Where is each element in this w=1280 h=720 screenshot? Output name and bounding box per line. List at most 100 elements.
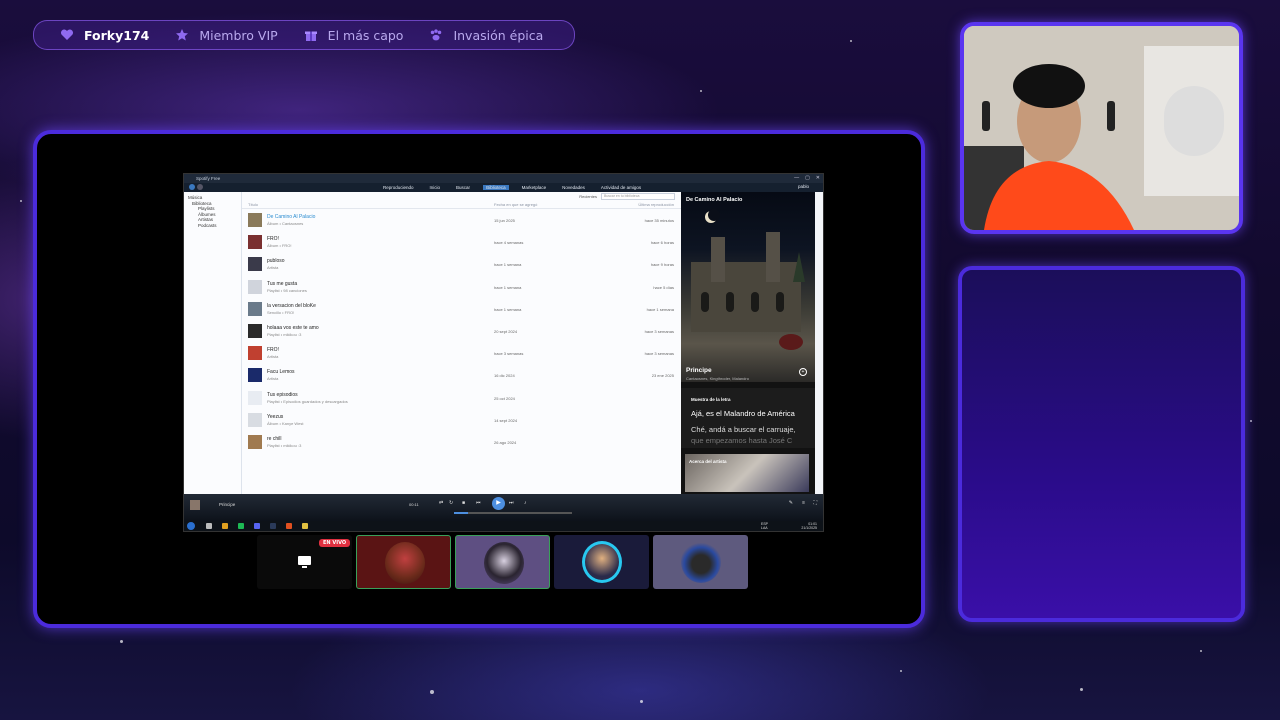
row-title[interactable]: FRO!: [267, 236, 279, 242]
table-row[interactable]: De Camino Al Palacio Álbum • Cantaosnes 15…: [242, 209, 681, 231]
taskbar-clock[interactable]: 01:01 21/1/2025: [801, 522, 817, 530]
table-row[interactable]: Facu Lemos Artista 16 dic 2024 23 ene 2025: [242, 364, 681, 386]
add-to-library-icon[interactable]: +: [799, 368, 807, 376]
table-row[interactable]: FRO! Álbum • FRO! hace 4 semanas hace 6 hor…: [242, 231, 681, 253]
row-title[interactable]: Tus episodios: [267, 392, 298, 398]
row-title[interactable]: la versacion del bloKe: [267, 303, 316, 309]
participant-tile[interactable]: [455, 535, 550, 589]
table-row[interactable]: holaaa vos este te amo Playlist • mikikou…: [242, 320, 681, 342]
queue-icon[interactable]: ≡: [802, 500, 805, 506]
steam-icon[interactable]: [270, 523, 276, 529]
row-thumbnail: [248, 368, 262, 383]
overlay-item-label: Invasión épica: [453, 27, 544, 43]
participant-tile[interactable]: [554, 535, 649, 589]
fullscreen-icon[interactable]: ⛶: [813, 500, 817, 506]
row-last-played: hace 5 días: [653, 284, 674, 290]
row-title[interactable]: re chill: [267, 436, 281, 442]
overlay-item-label: El más capo: [327, 27, 404, 43]
participant-avatar: [484, 542, 524, 584]
previous-icon[interactable]: ⏮: [476, 500, 481, 506]
row-title[interactable]: publoso: [267, 258, 285, 264]
shuffle-icon[interactable]: ⇄: [439, 500, 443, 506]
row-date-added: hace 4 semanas: [494, 240, 524, 246]
volume-icon[interactable]: ♪: [524, 500, 527, 506]
spotify-menubar: Reproduciendo Inicio Buscar Biblioteca M…: [184, 183, 823, 192]
tab-actividad[interactable]: Actividad de amigos: [598, 185, 644, 190]
overlay-item-label: Miembro VIP: [199, 27, 278, 43]
participant-avatar: [582, 541, 622, 583]
lyrics-line: Ajá, es el Malandro de América: [691, 409, 795, 418]
start-button[interactable]: [187, 522, 195, 530]
webcam-person-image: [964, 26, 1239, 230]
language-indicator[interactable]: ESP LAA: [761, 522, 773, 530]
table-row[interactable]: la versacion del bloKe Sencillo • FRO! hac…: [242, 298, 681, 320]
table-row[interactable]: Yeezus Álbum • Kanye West 14 sept 2024: [242, 409, 681, 431]
sort-dropdown[interactable]: Recientes: [579, 194, 597, 199]
table-row[interactable]: Tus me gusta Playlist • 98 canciones hace …: [242, 276, 681, 298]
folder-icon[interactable]: [302, 523, 308, 529]
list-rows: De Camino Al Palacio Álbum • Cantaosnes 15…: [242, 209, 681, 453]
tab-inicio[interactable]: Inicio: [427, 185, 444, 190]
row-title[interactable]: holaaa vos este te amo: [267, 325, 319, 331]
table-row[interactable]: FRO! Artista hace 3 semanas hace 3 semanas: [242, 342, 681, 364]
stop-icon[interactable]: ■: [462, 500, 465, 506]
panel-artists[interactable]: Cantaosnes, Kingthroder, Malandro: [686, 376, 749, 381]
now-playing-thumbnail[interactable]: [190, 500, 200, 510]
row-date-added: hace 1 semana: [494, 306, 522, 312]
library-list: Recientes Buscar en tu biblioteca Título…: [242, 192, 681, 494]
tab-marketplace[interactable]: Marketplace: [519, 185, 550, 190]
tab-biblioteca[interactable]: Biblioteca: [483, 185, 509, 190]
row-title[interactable]: Yeezus: [267, 414, 283, 420]
progress-fill: [454, 512, 469, 514]
back-button[interactable]: [189, 184, 195, 190]
os-taskbar: 01:01 21/1/2025 ESP LAA: [184, 521, 823, 531]
column-last-played[interactable]: Última reproducción: [638, 202, 674, 207]
library-search-input[interactable]: Buscar en tu biblioteca: [601, 192, 675, 200]
chrome-icon[interactable]: [222, 523, 228, 529]
spotify-icon[interactable]: [238, 523, 244, 529]
lyrics-line: Ché, andá a buscar el carruaje,: [691, 425, 796, 434]
user-menu[interactable]: pablo: [798, 184, 809, 189]
tab-reproduciendo[interactable]: Reproduciendo: [380, 185, 417, 190]
tab-buscar[interactable]: Buscar: [453, 185, 473, 190]
row-date-added: 25 oct 2024: [494, 395, 515, 401]
participant-tile-screen[interactable]: EN VIVO: [257, 535, 352, 589]
row-title[interactable]: FRO!: [267, 347, 279, 353]
lyrics-icon[interactable]: ✎: [789, 500, 793, 506]
play-pause-button[interactable]: ▶: [492, 497, 505, 510]
row-subtitle: Artista: [267, 265, 279, 271]
progress-bar[interactable]: [454, 512, 572, 514]
search-icon[interactable]: [206, 523, 212, 529]
row-date-added: hace 1 semana: [494, 284, 522, 290]
maximize-icon[interactable]: ▢: [805, 175, 810, 181]
repeat-icon[interactable]: ↻: [449, 500, 453, 506]
table-row[interactable]: Tus episodios Playlist • Episodios guarda…: [242, 387, 681, 409]
sidebar-item-podcasts[interactable]: Podcasts: [188, 223, 237, 229]
panel-song-title[interactable]: Principe: [686, 367, 712, 374]
participant-tile[interactable]: [356, 535, 451, 589]
row-subtitle: Álbum • Kanye West: [267, 420, 304, 426]
row-title[interactable]: Facu Lemos: [267, 369, 295, 375]
row-subtitle: Artista: [267, 354, 279, 360]
row-last-played: hace 3 semanas: [644, 328, 674, 334]
close-icon[interactable]: ✕: [816, 175, 820, 181]
table-row[interactable]: re chill Playlist • mikikou :3 26 ago 2024: [242, 431, 681, 453]
forward-button[interactable]: [197, 184, 203, 190]
table-row[interactable]: publoso Artista hace 1 semana hace 9 horas: [242, 253, 681, 275]
minimize-icon[interactable]: —: [794, 175, 799, 181]
participant-tile[interactable]: [653, 535, 748, 589]
row-thumbnail: [248, 235, 262, 250]
player-song-title[interactable]: Principe: [219, 502, 235, 507]
column-date-added[interactable]: Fecha en que se agregó: [494, 202, 537, 207]
tab-novedades[interactable]: Novedades: [559, 185, 588, 190]
next-icon[interactable]: ⏭: [509, 500, 514, 506]
discord-icon[interactable]: [254, 523, 260, 529]
column-title[interactable]: Título: [248, 202, 258, 207]
row-title[interactable]: De Camino Al Palacio: [267, 214, 315, 220]
app-icon[interactable]: [286, 523, 292, 529]
live-badge: EN VIVO: [319, 539, 351, 547]
overlay-item-label: Forky174: [84, 27, 150, 43]
row-title[interactable]: Tus me gusta: [267, 281, 297, 287]
row-thumbnail: [248, 390, 262, 405]
row-thumbnail: [248, 213, 262, 227]
